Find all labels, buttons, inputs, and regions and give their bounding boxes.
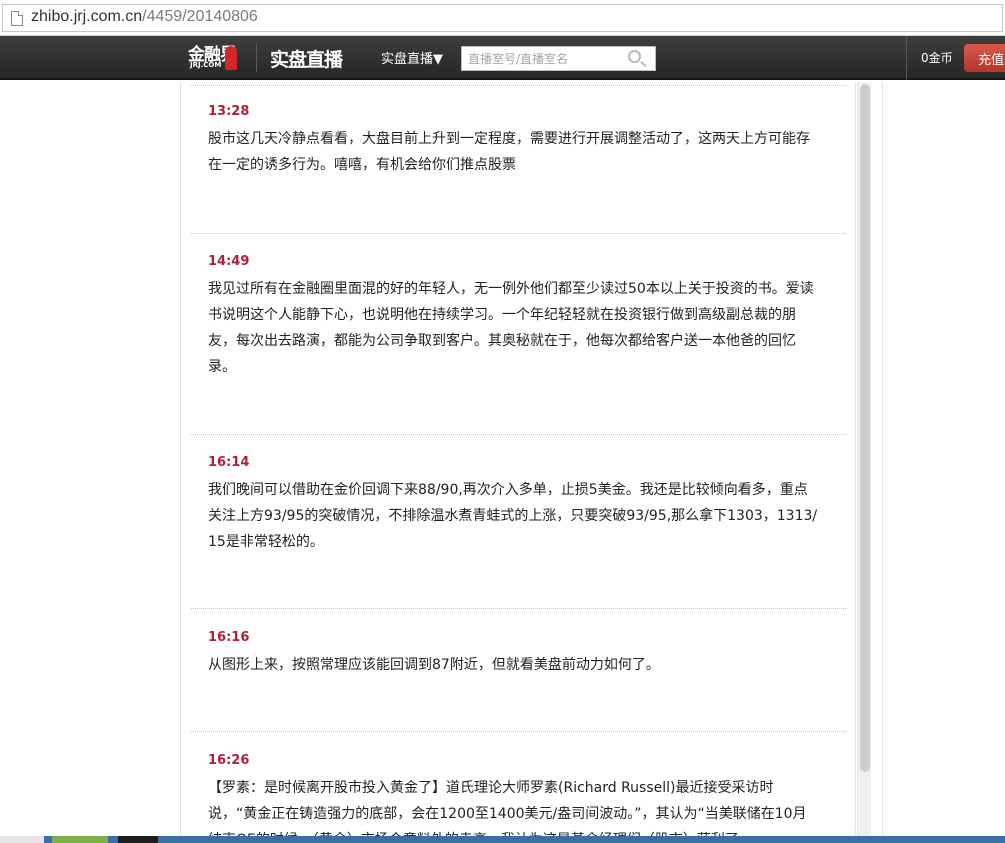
taskbar-app-icon[interactable] — [52, 836, 108, 843]
live-nav-dropdown[interactable]: 实盘直播▼ — [381, 48, 443, 67]
feed-scrollbar[interactable] — [857, 82, 871, 843]
recharge-button[interactable]: 充值 — [964, 44, 1005, 72]
right-panel-border — [882, 82, 883, 843]
taskbar-app-icon[interactable] — [118, 836, 158, 843]
taskbar-start-button[interactable] — [0, 836, 44, 843]
logo-en-text: JRJ.COM — [190, 61, 222, 69]
search-icon[interactable] — [628, 50, 641, 63]
entry-separator — [191, 434, 846, 435]
feed-entry: 14:49 我见过所有在金融圈里面混的好的年轻人，无一例外他们都至少读过50本以… — [208, 254, 818, 380]
feed-entry: 13:28 股市这几天冷静点看看，大盘目前上升到一定程度，需要进行开展调整活动了… — [208, 104, 818, 178]
entry-text: 股市这几天冷静点看看，大盘目前上升到一定程度，需要进行开展调整活动了，这两天上方… — [208, 131, 810, 173]
entry-text: 从图形上来，按照常理应该能回调到87附近，但就看美盘前动力如何了。 — [208, 657, 660, 673]
entry-time: 16:14 — [208, 455, 250, 470]
entry-text: 【罗素：是时候离开股市投入黄金了】道氏理论大师罗素(Richard Russel… — [208, 780, 807, 843]
coin-balance: 0金币 — [921, 51, 953, 65]
entry-text: 我们晚间可以借助在金价回调下来88/90,再次介入多单，止损5美金。我还是比较倾… — [208, 482, 818, 550]
entry-separator — [191, 608, 846, 609]
search-box — [461, 46, 656, 71]
url-text: zhibo.jrj.com.cn/4459/20140806 — [31, 8, 258, 26]
entry-separator — [191, 85, 846, 86]
feed-entry: 16:16 从图形上来，按照常理应该能回调到87附近，但就看美盘前动力如何了。 — [208, 630, 818, 678]
url-host: zhibo.jrj.com.cn — [31, 8, 143, 25]
live-feed: 13:28 股市这几天冷静点看看，大盘目前上升到一定程度，需要进行开展调整活动了… — [180, 82, 856, 843]
entry-time: 16:26 — [208, 753, 250, 768]
browser-address-bar: zhibo.jrj.com.cn/4459/20140806 — [0, 0, 1005, 36]
search-input[interactable] — [468, 50, 618, 68]
entry-separator — [191, 731, 846, 732]
entry-text: 我见过所有在金融圈里面混的好的年轻人，无一例外他们都至少读过50本以上关于投资的… — [208, 281, 814, 375]
header-divider — [256, 44, 257, 72]
page-icon — [11, 11, 23, 26]
live-logo[interactable]: 实盘直播 — [270, 45, 343, 72]
url-field[interactable]: zhibo.jrj.com.cn/4459/20140806 — [2, 4, 1003, 32]
scroll-thumb[interactable] — [860, 84, 870, 772]
header-separator — [906, 36, 907, 80]
entry-time: 14:49 — [208, 254, 250, 269]
entry-time: 16:16 — [208, 630, 250, 645]
url-path: /4459/20140806 — [142, 8, 258, 25]
logo-flame-icon — [225, 46, 237, 70]
site-header: 金融界 JRJ.COM 实盘直播 实盘直播▼ 0金币 充值 — [0, 36, 1005, 80]
jrj-logo[interactable]: 金融界 JRJ.COM — [188, 40, 246, 74]
entry-separator — [191, 233, 846, 234]
feed-entry: 16:14 我们晚间可以借助在金价回调下来88/90,再次介入多单，止损5美金。… — [208, 455, 818, 555]
entry-time: 13:28 — [208, 104, 250, 119]
feed-entry: 16:26 【罗素：是时候离开股市投入黄金了】道氏理论大师罗素(Richard … — [208, 753, 818, 843]
